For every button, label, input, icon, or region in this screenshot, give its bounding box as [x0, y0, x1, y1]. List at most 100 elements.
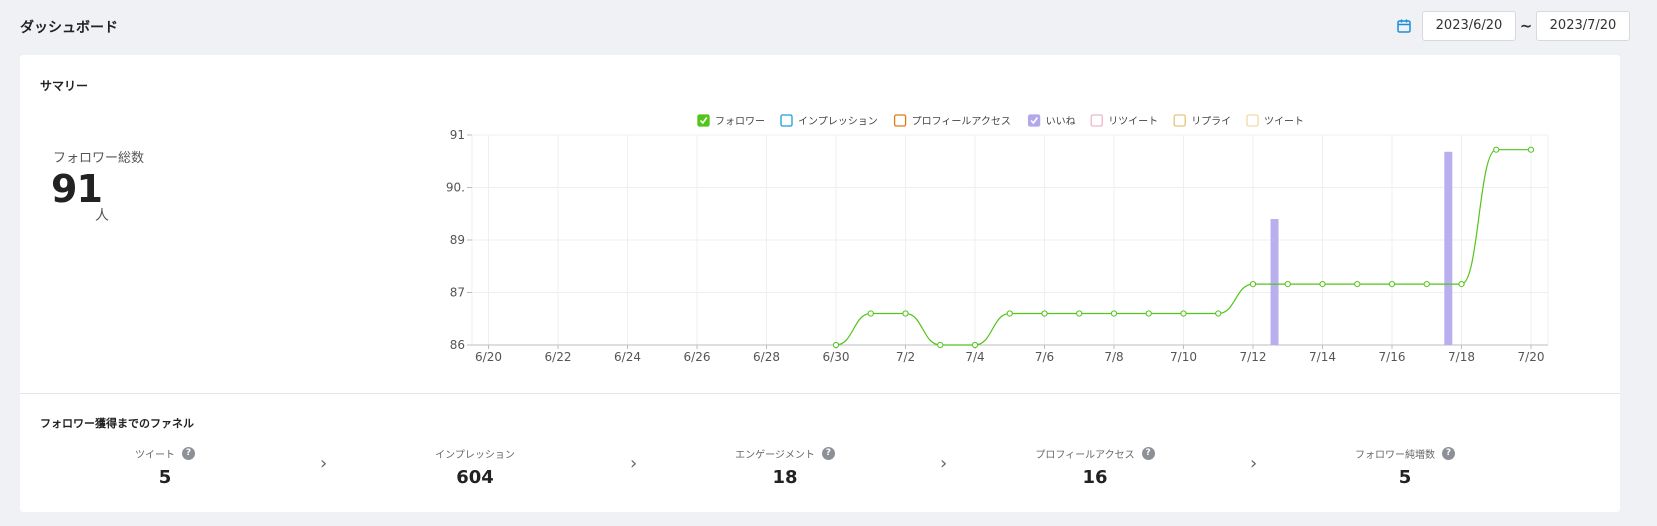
date-from-input[interactable]: 2023/6/20 — [1422, 11, 1516, 41]
page-title: ダッシュボード — [20, 20, 118, 36]
x-tick-label: 7/12 — [1240, 350, 1267, 364]
funnel-step: プロフィールアクセス? 16 — [995, 445, 1195, 488]
funnel-step: ツイート? 5 — [65, 445, 265, 488]
legend-checkbox[interactable] — [780, 114, 793, 127]
legend-item[interactable]: ツイート — [1246, 114, 1304, 128]
legend-item[interactable]: いいね — [1027, 114, 1076, 128]
date-separator: ~ — [1519, 17, 1533, 35]
x-tick-label: 7/4 — [965, 350, 984, 364]
follower-point — [1110, 310, 1118, 317]
help-icon[interactable]: ? — [1442, 446, 1455, 460]
funnel-step-head: プロフィールアクセス? — [995, 445, 1195, 461]
follower-point — [1458, 281, 1465, 288]
follower-point — [1319, 281, 1326, 288]
funnel-step: フォロワー純増数? 5 — [1305, 445, 1505, 488]
funnel-title: フォロワー獲得までのファネル — [40, 417, 194, 430]
bar-mark — [1444, 151, 1453, 345]
legend-label: リツイート — [1108, 117, 1158, 128]
funnel-step-value: 16 — [1082, 467, 1108, 488]
legend-item[interactable]: フォロワー — [697, 114, 765, 128]
legend-item[interactable]: リプライ — [1173, 114, 1231, 128]
x-tick-label: 7/6 — [1035, 350, 1054, 364]
chevron-right-icon: › — [630, 453, 638, 474]
legend-label: ツイート — [1264, 117, 1304, 128]
legend-checkbox[interactable] — [1090, 114, 1103, 127]
chevron-right-icon: › — [320, 453, 328, 474]
follower-point — [867, 310, 874, 317]
follower-point — [1041, 310, 1048, 317]
funnel-step-head: ツイート? — [65, 445, 265, 461]
follower-point — [1423, 281, 1430, 288]
funnel-step-head: エンゲージメント? — [685, 445, 885, 461]
follower-point — [832, 341, 840, 349]
follower-total-label: フォロワー総数 — [53, 151, 145, 166]
x-tick-label: 7/16 — [1379, 350, 1406, 364]
help-icon[interactable]: ? — [1141, 446, 1155, 460]
follower-point — [1493, 146, 1500, 153]
legend-checkbox[interactable] — [697, 114, 710, 127]
help-icon[interactable]: ? — [821, 446, 835, 460]
funnel-step-head: フォロワー純増数? — [1305, 445, 1505, 461]
legend-checkbox[interactable] — [1173, 114, 1186, 127]
follower-point — [1215, 310, 1222, 317]
x-tick-label: 7/20 — [1518, 350, 1545, 364]
legend-item[interactable]: リツイート — [1090, 114, 1158, 128]
y-tick-label: 86 — [450, 338, 465, 352]
x-tick-label: 6/24 — [614, 350, 641, 364]
funnel-step: インプレッション 604 — [375, 445, 575, 489]
y-tick-label: 90. — [446, 181, 465, 195]
follower-point — [1076, 310, 1083, 317]
x-tick-label: 7/8 — [1104, 350, 1123, 364]
follower-point — [902, 310, 909, 317]
date-to-input[interactable]: 2023/7/20 — [1536, 11, 1630, 41]
chevron-right-icon: › — [940, 453, 948, 474]
calendar-icon[interactable] — [1396, 17, 1414, 35]
follower-point — [1180, 310, 1187, 317]
x-tick-label: 7/2 — [896, 350, 915, 364]
summary-title: サマリー — [40, 79, 89, 93]
bar-mark — [1270, 219, 1279, 345]
help-icon[interactable]: ? — [182, 446, 195, 460]
legend-label: インプレッション — [798, 116, 878, 128]
follower-point — [1145, 310, 1152, 317]
follower-point — [1527, 146, 1535, 153]
legend-item[interactable]: インプレッション — [780, 114, 878, 128]
legend-label: いいね — [1046, 116, 1076, 128]
legend-label: リプライ — [1191, 116, 1231, 128]
funnel-step-label: エンゲージメント — [735, 449, 815, 461]
legend-label: フォロワー — [715, 117, 765, 128]
follower-point — [1284, 281, 1291, 288]
funnel-step: エンゲージメント? 18 — [685, 445, 885, 488]
y-tick-label: 87 — [450, 286, 465, 300]
follower-point — [1006, 310, 1013, 317]
legend-item[interactable]: プロフィールアクセス — [893, 114, 1011, 128]
x-tick-label: 6/28 — [753, 350, 780, 364]
x-tick-label: 7/18 — [1448, 350, 1475, 364]
legend-label: プロフィールアクセス — [912, 116, 1011, 128]
funnel-step-label: インプレッション — [435, 449, 515, 461]
funnel-step-value: 5 — [1398, 467, 1412, 488]
x-tick-label: 6/20 — [475, 350, 502, 364]
legend-checkbox[interactable] — [1027, 114, 1041, 127]
date-range: 2023/6/20 ~ 2023/7/20 — [1396, 10, 1630, 42]
funnel-step-label: プロフィールアクセス — [1035, 449, 1135, 461]
funnel-step-value: 5 — [158, 467, 172, 488]
funnel-step-label: ツイート — [135, 449, 175, 461]
y-tick-label: 91 — [450, 128, 465, 142]
legend-checkbox[interactable] — [1246, 114, 1259, 127]
x-tick-label: 7/10 — [1170, 350, 1197, 364]
section-divider — [20, 393, 1620, 394]
follower-point — [937, 341, 944, 349]
funnel-step-label: フォロワー純増数 — [1355, 449, 1435, 461]
x-tick-label: 7/14 — [1309, 350, 1336, 364]
summary-card: サマリー フォロワー総数 91 人 フォロワー インプレッション プロフィールアクセ… — [20, 55, 1620, 512]
follower-point — [971, 341, 979, 349]
summary-chart: フォロワー インプレッション プロフィールアクセス いいね リツイート リプライ ツイート 9… — [446, 114, 1549, 364]
x-tick-label: 6/30 — [823, 350, 850, 364]
chevron-right-icon: › — [1250, 453, 1258, 474]
follower-point — [1249, 281, 1257, 288]
legend-checkbox[interactable] — [893, 114, 907, 127]
y-tick-label: 89 — [450, 233, 465, 247]
x-tick-label: 6/26 — [684, 350, 711, 364]
funnel-step-value: 18 — [772, 467, 798, 488]
